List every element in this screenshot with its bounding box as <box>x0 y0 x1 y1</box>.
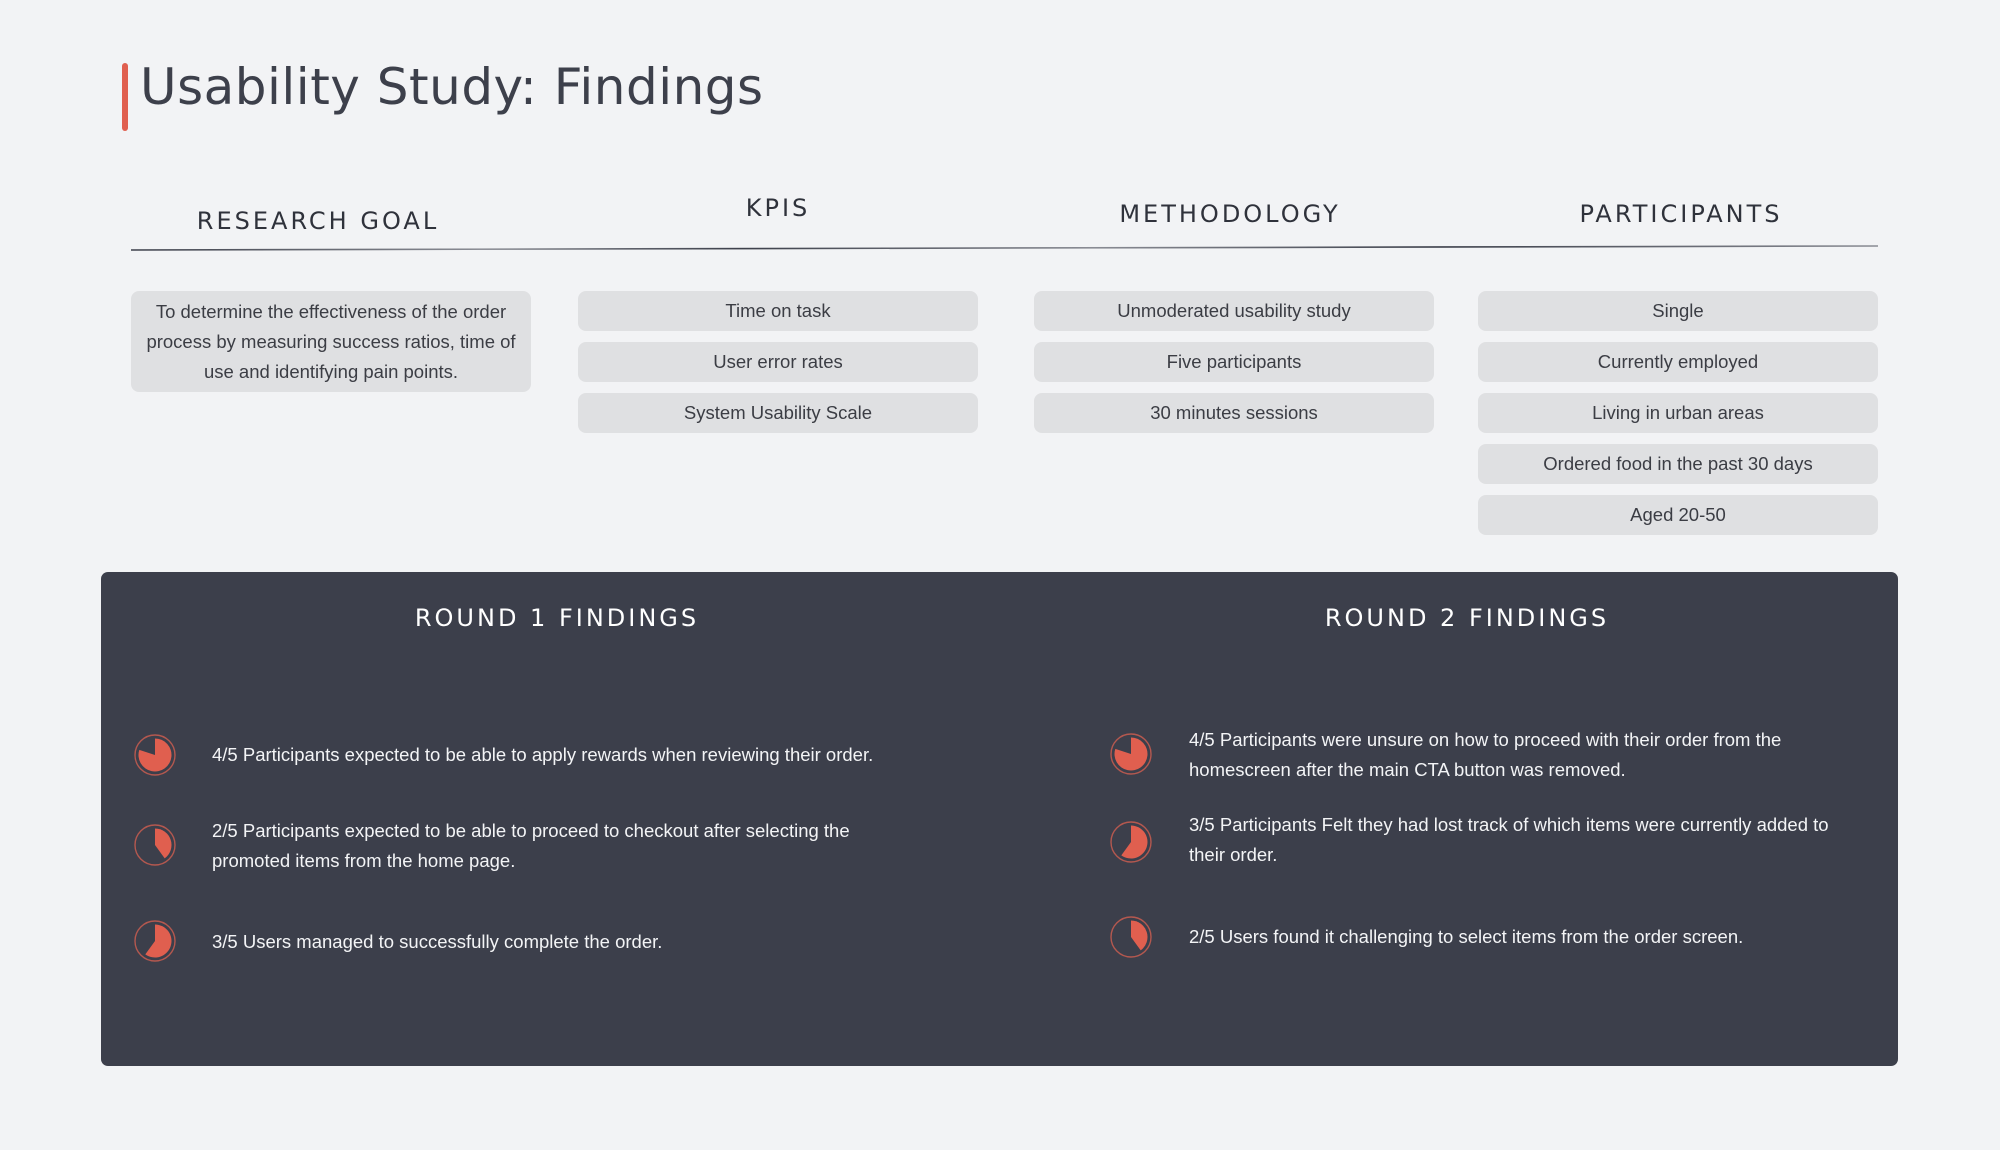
pie-wedge <box>145 924 172 958</box>
pie-chart-icon <box>1110 733 1152 775</box>
round2-header: ROUND 2 FINDINGS <box>1324 604 1610 632</box>
research-goal-text: To determine the effectiveness of the or… <box>146 300 516 382</box>
pie-wedge <box>155 828 172 859</box>
pie-wedge <box>1121 825 1148 859</box>
participants-list: Single Currently employed Living in urba… <box>1478 291 1878 546</box>
kpis-header: KPIS <box>745 194 811 222</box>
kpis-list: Time on task User error rates System Usa… <box>578 291 978 444</box>
participant-criterion: Single <box>1478 291 1878 331</box>
kpi-item: System Usability Scale <box>578 393 978 433</box>
methodology-item: 30 minutes sessions <box>1034 393 1434 433</box>
kpi-item: Time on task <box>578 291 978 331</box>
research-goal-box: To determine the effectiveness of the or… <box>131 291 531 392</box>
round1-header: ROUND 1 FINDINGS <box>414 604 700 632</box>
methodology-header: METHODOLOGY <box>1119 200 1341 228</box>
pie-wedge <box>138 738 172 772</box>
research-goal-header: RESEARCH GOAL <box>196 207 440 235</box>
round2-finding: 3/5 Participants Felt they had lost trac… <box>1189 810 1869 870</box>
finding-text: 2/5 Users found it challenging to select… <box>1189 926 1744 947</box>
finding-text: 4/5 Participants expected to be able to … <box>212 744 874 765</box>
title-accent-bar <box>122 63 128 131</box>
round2-finding: 2/5 Users found it challenging to select… <box>1189 922 1869 952</box>
participant-criterion: Living in urban areas <box>1478 393 1878 433</box>
finding-text: 3/5 Users managed to successfully comple… <box>212 931 663 952</box>
finding-text: 2/5 Participants expected to be able to … <box>212 820 850 871</box>
round1-finding: 3/5 Users managed to successfully comple… <box>212 927 912 957</box>
finding-text: 3/5 Participants Felt they had lost trac… <box>1189 814 1829 865</box>
pie-chart-icon <box>1110 916 1152 958</box>
round1-finding: 4/5 Participants expected to be able to … <box>212 740 912 770</box>
pie-wedge <box>1131 920 1148 951</box>
participant-criterion: Currently employed <box>1478 342 1878 382</box>
pie-chart-icon <box>134 824 176 866</box>
round2-finding: 4/5 Participants were unsure on how to p… <box>1189 725 1869 785</box>
methodology-item: Unmoderated usability study <box>1034 291 1434 331</box>
finding-text: 4/5 Participants were unsure on how to p… <box>1189 729 1782 780</box>
participant-criterion: Aged 20-50 <box>1478 495 1878 535</box>
pie-chart-icon <box>1110 821 1152 863</box>
pie-wedge <box>1114 737 1148 771</box>
header-divider <box>130 245 1879 251</box>
pie-chart-icon <box>134 734 176 776</box>
round1-finding: 2/5 Participants expected to be able to … <box>212 816 912 876</box>
participant-criterion: Ordered food in the past 30 days <box>1478 444 1878 484</box>
pie-chart-icon <box>134 920 176 962</box>
methodology-list: Unmoderated usability study Five partici… <box>1034 291 1434 444</box>
page-title: Usability Study: Findings <box>140 58 764 116</box>
kpi-item: User error rates <box>578 342 978 382</box>
participants-header: PARTICIPANTS <box>1579 200 1783 228</box>
methodology-item: Five participants <box>1034 342 1434 382</box>
